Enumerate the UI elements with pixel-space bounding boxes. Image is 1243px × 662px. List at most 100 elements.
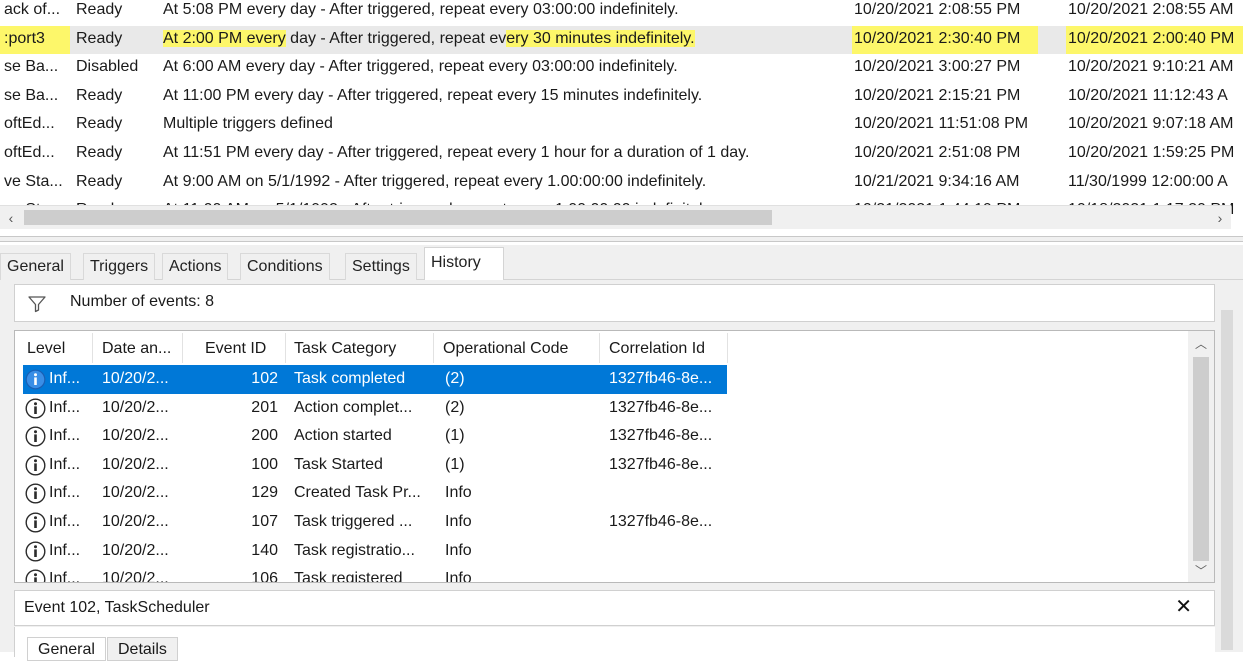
column-header-operational-code[interactable]: Operational Code (443, 331, 568, 365)
info-icon (25, 483, 46, 504)
event-correlation-id (609, 479, 723, 508)
task-status: Ready (76, 86, 123, 104)
event-date: 10/20/2... (102, 455, 169, 473)
task-name: oftEd... (4, 115, 55, 133)
tab-settings[interactable]: Settings (345, 253, 417, 280)
task-status: Ready (76, 1, 123, 18)
filter-icon[interactable] (28, 295, 46, 313)
event-row-selected[interactable]: Inf... 10/20/2... 102 Task completed (2)… (15, 365, 1189, 394)
event-row[interactable]: Inf... 10/20/2... 100 Task Started (1) 1… (15, 451, 1189, 480)
task-next-run: 10/20/2021 3:00:27 PM (854, 58, 1021, 76)
event-row[interactable]: Inf... 10/20/2... 140 Task registratio..… (15, 537, 1189, 566)
events-vertical-scrollbar[interactable]: ︿ ﹀ (1188, 331, 1214, 582)
horizontal-scroll-thumb[interactable] (24, 210, 772, 225)
event-row-partial[interactable]: Inf... 10/20/2... 106 Task registered In… (15, 565, 1189, 583)
detail-tab-general[interactable]: General (27, 637, 106, 661)
vertical-scroll-thumb[interactable] (1193, 357, 1209, 561)
column-header-level[interactable]: Level (27, 331, 65, 365)
column-divider[interactable] (285, 333, 286, 363)
column-divider[interactable] (433, 333, 434, 363)
event-id: 106 (251, 570, 278, 583)
task-next-run: 10/20/2021 2:08:55 PM (854, 1, 1021, 18)
event-level: Inf... (49, 484, 81, 502)
scroll-down-icon[interactable]: ﹀ (1194, 562, 1208, 578)
task-row[interactable]: ack of... Ready At 5:08 PM every day - A… (0, 0, 1243, 26)
tab-general[interactable]: General (0, 253, 71, 280)
task-triggers: At 11:51 PM every day - After triggered,… (163, 144, 750, 161)
task-last-run: 10/20/2021 9:07:18 AM (1068, 115, 1234, 133)
event-row[interactable]: Inf... 10/20/2... 129 Created Task Pr...… (15, 479, 1189, 508)
task-triggers: At 9:00 AM on 5/1/1992 - After triggered… (163, 172, 707, 190)
event-id: 129 (251, 484, 278, 502)
scroll-up-icon[interactable]: ︿ (1194, 335, 1208, 351)
column-divider[interactable] (727, 333, 728, 363)
tab-actions[interactable]: Actions (162, 253, 229, 280)
event-row[interactable]: Inf... 10/20/2... 201 Action complet... … (15, 394, 1189, 423)
task-row-selected[interactable]: :port3 Ready At 2:00 PM every day - Afte… (0, 25, 1243, 55)
task-name: se Ba... (4, 58, 59, 76)
trigger-highlight-start: At 2:00 PM every (163, 29, 286, 47)
task-row[interactable]: se Ba... Ready At 11:00 PM every day - A… (0, 83, 1243, 112)
detail-tab-details[interactable]: Details (107, 637, 178, 661)
task-last-run: 10/20/2021 11:12:43 A (1068, 86, 1228, 104)
event-level: Inf... (49, 455, 81, 473)
task-row[interactable]: oftEd... Ready Multiple triggers defined… (0, 111, 1243, 140)
event-id: 100 (251, 455, 278, 473)
trigger-highlight-end: ery 30 minutes indefinitely. (506, 29, 695, 47)
close-icon[interactable]: ✕ (1175, 595, 1192, 619)
tab-conditions[interactable]: Conditions (240, 253, 330, 280)
task-row[interactable]: se Ba... Disabled At 6:00 AM every day -… (0, 54, 1243, 83)
tab-history[interactable]: History (424, 247, 504, 281)
event-date: 10/20/2... (102, 541, 169, 559)
task-name: ack of... (4, 1, 61, 18)
pane-splitter[interactable] (0, 236, 1243, 242)
trigger-mid: day - After triggered, repeat ev (285, 29, 507, 47)
column-divider[interactable] (182, 333, 183, 363)
column-header-correlation-id[interactable]: Correlation Id (609, 331, 705, 365)
event-detail-header: Event 102, TaskScheduler ✕ (14, 590, 1215, 626)
column-header-date[interactable]: Date an... (102, 331, 171, 365)
scroll-right-icon[interactable]: › (1213, 209, 1227, 227)
tab-triggers[interactable]: Triggers (83, 253, 156, 280)
task-next-run: 10/20/2021 2:30:40 PM (852, 25, 1038, 55)
task-row[interactable]: oftEd... Ready At 11:51 PM every day - A… (0, 140, 1243, 169)
event-op-code: (1) (445, 455, 465, 473)
event-id: 107 (251, 513, 278, 530)
event-row[interactable]: Inf... 10/20/2... 200 Action started (1)… (15, 422, 1189, 451)
task-name: ve Sta... (4, 172, 63, 190)
event-level: Inf... (49, 513, 81, 530)
event-correlation-id: 1327fb46-8e... (609, 455, 713, 473)
task-status: Ready (76, 144, 123, 161)
event-category: Task registratio... (294, 541, 415, 559)
event-correlation-id: 1327fb46-8e... (609, 513, 713, 530)
event-category: Task registered (294, 570, 403, 583)
column-divider[interactable] (599, 333, 600, 363)
event-op-code: Info (445, 541, 472, 559)
task-status: Ready (76, 172, 123, 190)
task-properties-tabs: General Triggers Actions Conditions Sett… (0, 245, 1243, 281)
event-category: Action complet... (294, 398, 413, 416)
task-row[interactable]: ve Sta... Ready At 9:00 AM on 5/1/1992 -… (0, 169, 1243, 198)
event-op-code: (2) (445, 398, 465, 416)
event-row[interactable]: Inf... 10/20/2... 107 Task triggered ...… (15, 508, 1189, 537)
column-divider[interactable] (92, 333, 93, 363)
info-icon (25, 398, 46, 419)
task-last-run: 10/20/2021 2:08:55 AM (1068, 1, 1234, 18)
panel-scroll-thumb[interactable] (1221, 310, 1233, 650)
event-op-code: Info (445, 484, 472, 502)
event-id: 102 (251, 370, 278, 387)
event-category: Task triggered ... (294, 513, 413, 530)
info-icon (25, 369, 46, 390)
horizontal-scrollbar[interactable]: ‹ › (0, 205, 1231, 229)
info-icon (25, 455, 46, 476)
column-header-event-id[interactable]: Event ID (205, 331, 266, 365)
event-level: Inf... (49, 427, 81, 445)
event-level: Inf... (49, 541, 81, 559)
task-list: ack of... Ready At 5:08 PM every day - A… (0, 0, 1243, 236)
column-header-task-category[interactable]: Task Category (294, 331, 396, 365)
info-icon (25, 426, 46, 447)
task-next-run: 10/20/2021 11:51:08 PM (854, 115, 1029, 133)
scroll-left-icon[interactable]: ‹ (4, 209, 18, 227)
event-category: Action started (294, 427, 392, 445)
event-id: 201 (251, 398, 278, 416)
